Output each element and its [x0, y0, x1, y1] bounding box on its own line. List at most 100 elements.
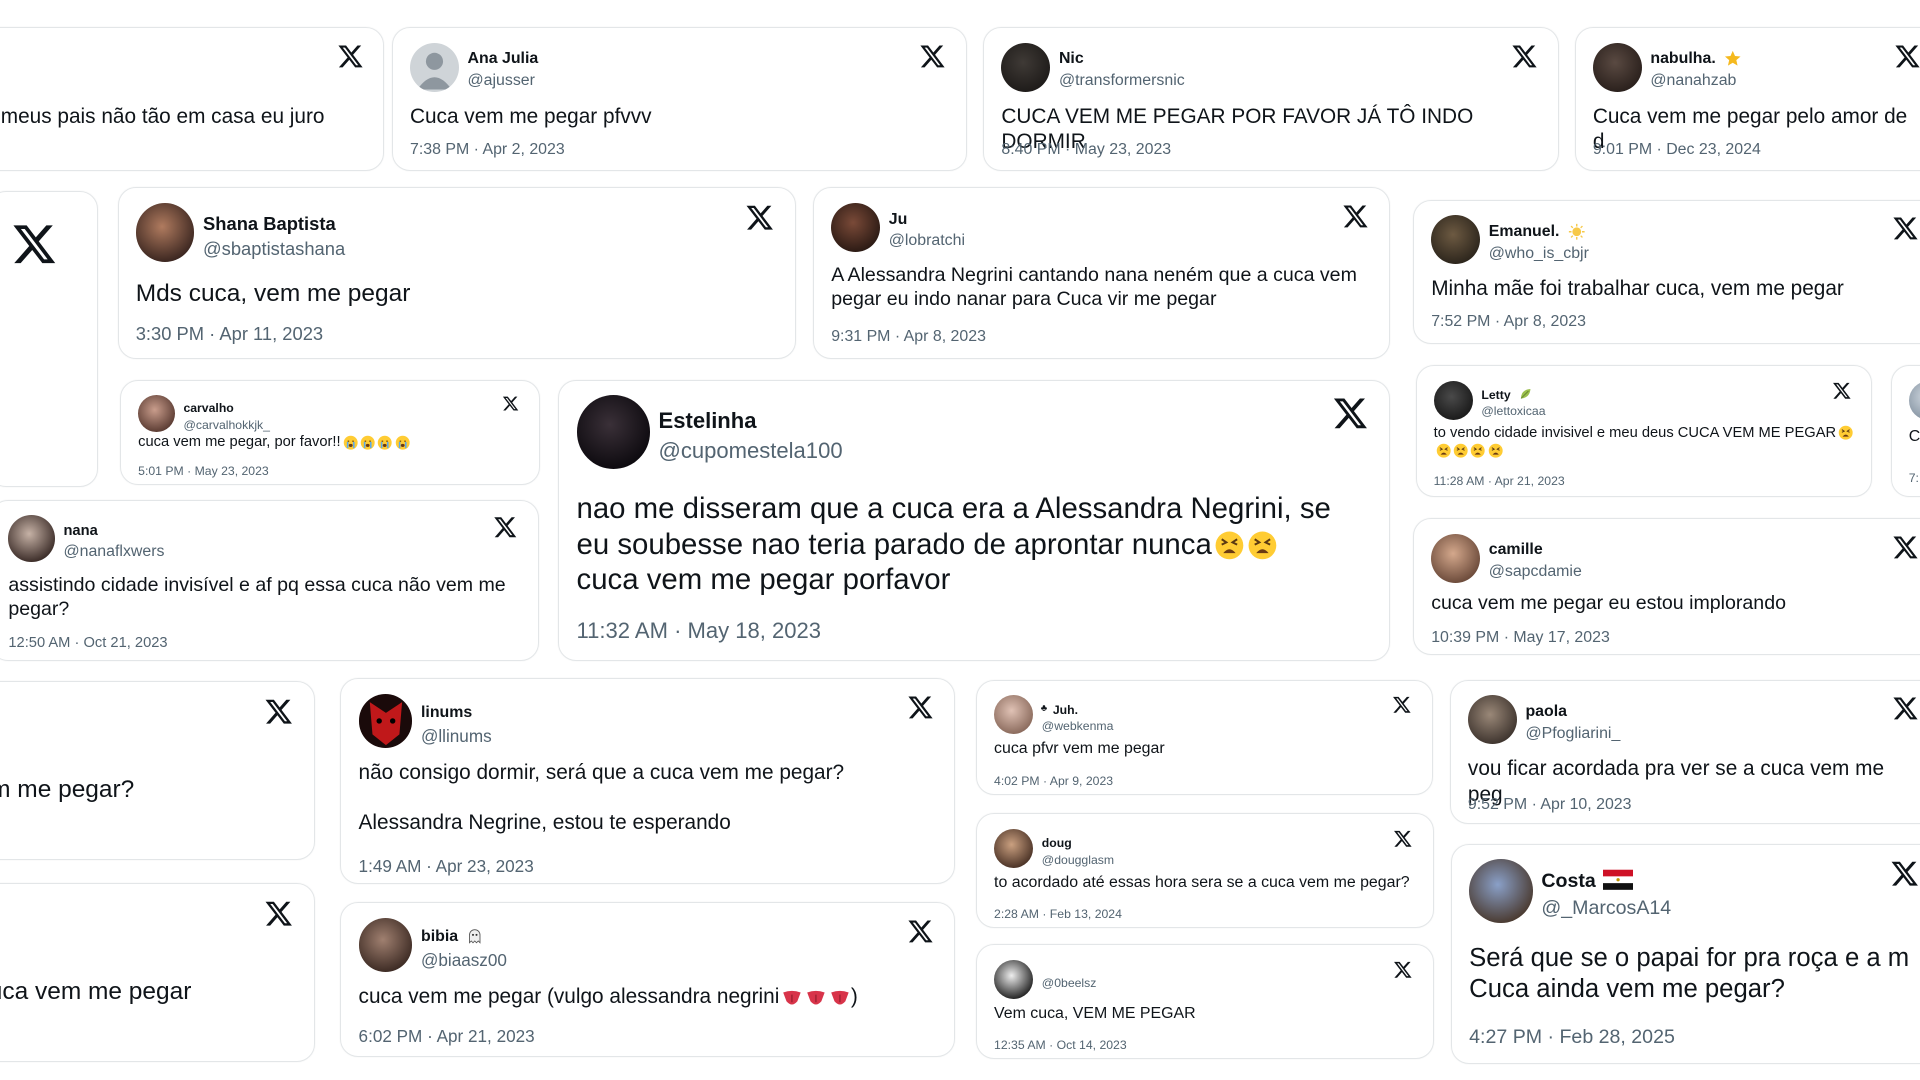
avatar[interactable]: [358, 918, 413, 972]
author-handle[interactable]: @dougglasm: [1042, 853, 1114, 867]
tweet-timestamp[interactable]: 12:35 AM · Oct 14, 2023: [994, 1038, 1127, 1052]
author-handle[interactable]: @0beelsz: [1042, 976, 1097, 990]
tweet-card[interactable]: Estelinha @cupomestela100 nao me disseram …: [558, 379, 1390, 662]
author-handle[interactable]: @nanaflxwers: [63, 543, 164, 561]
avatar[interactable]: [1469, 859, 1533, 924]
tweet-card[interactable]: linums @llinums não consigo dormir, será q…: [340, 678, 956, 885]
avatar[interactable]: [1467, 695, 1517, 745]
tweet-timestamp[interactable]: 12:50 AM · Oct 21, 2023: [8, 635, 167, 651]
author-handle[interactable]: @carvalhokkjk_: [183, 418, 270, 432]
avatar[interactable]: [994, 828, 1034, 868]
avatar[interactable]: [358, 694, 413, 748]
tweet-card[interactable]: C 7:: [1890, 364, 1920, 498]
tweet-card[interactable]: cuca vem me pegar: [0, 882, 315, 1062]
x-logo-icon[interactable]: [337, 43, 364, 70]
tweet-card[interactable]: bibia @biaasz00 cuca vem me pegar (vulgo a…: [340, 902, 956, 1057]
x-logo-icon[interactable]: [1892, 534, 1919, 561]
x-logo-icon[interactable]: [919, 43, 946, 70]
author-handle[interactable]: @lettoxicaa: [1481, 404, 1545, 418]
author-handle[interactable]: @who_is_cbjr: [1489, 245, 1589, 263]
avatar[interactable]: [1433, 380, 1473, 420]
tweet-timestamp[interactable]: 11:28 AM · Apr 21, 2023: [1434, 474, 1565, 488]
tweet-timestamp[interactable]: 10:39 PM · May 17, 2023: [1431, 629, 1610, 647]
avatar[interactable]: [1001, 42, 1051, 92]
tweet-timestamp[interactable]: 7:38 PM · Apr 2, 2023: [410, 141, 565, 159]
x-logo-icon[interactable]: [264, 899, 293, 928]
tweet-timestamp[interactable]: 1:49 AM · Apr 23, 2023: [359, 856, 534, 877]
tweet-timestamp[interactable]: 9:52 PM · Apr 10, 2023: [1468, 796, 1632, 814]
tweet-card[interactable]: Costa @_MarcosA14 Será que se o papai for …: [1451, 843, 1920, 1065]
tweet-card[interactable]: Ana Julia @ajusser Cuca vem me pegar pfvvv…: [391, 26, 968, 172]
author-handle[interactable]: @_MarcosA14: [1541, 897, 1671, 920]
tweet-timestamp[interactable]: 9:31 PM · Apr 8, 2023: [831, 328, 986, 346]
tweet-timestamp[interactable]: 5:01 PM · May 23, 2023: [138, 464, 269, 478]
author-handle[interactable]: @biaasz00: [421, 950, 507, 971]
x-logo-icon[interactable]: [1392, 695, 1412, 715]
tweet-timestamp[interactable]: 8:40 PM · May 23, 2023: [1001, 141, 1171, 159]
author-handle[interactable]: @lobratchi: [889, 232, 965, 250]
tweet-timestamp[interactable]: 2:28 AM · Feb 13, 2024: [994, 907, 1122, 921]
x-logo-icon[interactable]: [11, 221, 58, 268]
x-logo-icon[interactable]: [1393, 960, 1413, 980]
avatar[interactable]: [994, 959, 1034, 999]
author-handle[interactable]: @sbaptistashana: [203, 238, 345, 260]
tweet-card[interactable]: @0beelsz Vem cuca, VEM ME PEGAR 12:35 AM ·…: [975, 944, 1434, 1060]
tweet-card[interactable]: em me pegar?: [0, 680, 315, 860]
x-logo-icon[interactable]: [1511, 43, 1538, 70]
tweet-card[interactable]: paola @Pfogliarini_ vou ficar acordada pra…: [1449, 679, 1920, 825]
x-logo-icon[interactable]: [1332, 395, 1369, 432]
tweet-card[interactable]: ar meus pais não tão em casa eu juro: [0, 26, 385, 172]
tweet-card[interactable]: doug @dougglasm to acordado até essas hora…: [975, 813, 1434, 929]
author-handle[interactable]: @Pfogliarini_: [1525, 725, 1620, 743]
tweet-timestamp[interactable]: 3:30 PM · Apr 11, 2023: [136, 323, 323, 345]
avatar[interactable]: [576, 395, 650, 469]
author-handle[interactable]: @nanahzab: [1650, 72, 1736, 90]
tweet-timestamp[interactable]: 4:27 PM · Feb 28, 2025: [1469, 1026, 1675, 1049]
x-logo-icon[interactable]: [1393, 829, 1413, 849]
x-logo-icon[interactable]: [745, 203, 774, 232]
avatar[interactable]: [1431, 533, 1481, 583]
x-logo-icon[interactable]: [907, 918, 934, 945]
x-logo-icon[interactable]: [1342, 203, 1369, 230]
avatar[interactable]: [8, 515, 55, 562]
x-logo-icon[interactable]: [1892, 215, 1919, 242]
tweet-card[interactable]: Juh. ♣ @webkenma cuca pfvr vem me pegar 4:02…: [975, 679, 1433, 795]
tweet-card[interactable]: camille @sapcdamie cuca vem me pegar eu es…: [1413, 517, 1920, 656]
avatar[interactable]: [409, 42, 459, 92]
avatar[interactable]: [1592, 42, 1642, 92]
author-handle[interactable]: @transformersnic: [1059, 72, 1185, 90]
tweet-timestamp[interactable]: 7:: [1909, 471, 1919, 485]
tweet-card[interactable]: Shana Baptista @sbaptistashana Mds cuca, v…: [117, 187, 796, 359]
x-logo-icon[interactable]: [907, 694, 934, 721]
tweet-card[interactable]: nana @nanaflxwers assistindo cidade invisí…: [0, 499, 539, 662]
tweet-timestamp[interactable]: 6:02 PM · Apr 21, 2023: [359, 1026, 535, 1047]
author-handle[interactable]: @webkenma: [1042, 719, 1114, 733]
avatar[interactable]: [831, 203, 881, 252]
avatar[interactable]: [1908, 380, 1920, 420]
author-handle[interactable]: @sapcdamie: [1489, 563, 1582, 581]
author-handle[interactable]: @cupomestela100: [659, 438, 843, 464]
tweet-timestamp[interactable]: 7:52 PM · Apr 8, 2023: [1431, 313, 1586, 331]
x-logo-icon[interactable]: [493, 515, 517, 539]
avatar[interactable]: [994, 695, 1034, 735]
x-logo-icon[interactable]: [1894, 43, 1920, 70]
x-logo-icon[interactable]: [264, 697, 293, 726]
tweet-timestamp[interactable]: 11:32 AM · May 18, 2023: [577, 618, 822, 644]
tweet-card[interactable]: nabulha. @nanahzab Cuca vem me pegar pelo …: [1574, 26, 1920, 172]
tweet-card[interactable]: Nic @transformersnic CUCA VEM ME PEGAR POR…: [983, 26, 1559, 172]
avatar[interactable]: [1431, 215, 1481, 265]
tweet-timestamp[interactable]: 9:01 PM · Dec 23, 2024: [1593, 141, 1761, 159]
tweet-card[interactable]: Emanuel. @who_is_cbjr Minha mãe foi trabal…: [1413, 199, 1920, 345]
avatar[interactable]: [135, 203, 195, 262]
x-logo-icon[interactable]: [1892, 695, 1919, 722]
author-handle[interactable]: @ajusser: [468, 72, 535, 90]
tweet-card[interactable]: Ju @lobratchi A Alessandra Negrini cantand…: [813, 187, 1390, 359]
x-logo-icon[interactable]: [502, 395, 519, 412]
tweet-card[interactable]: carvalho @carvalhokkjk_ cuca vem me pegar,…: [120, 379, 540, 485]
author-handle[interactable]: @llinums: [421, 726, 492, 747]
tweet-card[interactable]: Letty @lettoxicaa to vendo cidade invisive…: [1415, 364, 1873, 498]
tweet-timestamp[interactable]: 4:02 PM · Apr 9, 2023: [994, 774, 1113, 788]
x-logo-icon[interactable]: [1832, 381, 1852, 401]
x-logo-icon[interactable]: [1890, 859, 1919, 888]
avatar[interactable]: [138, 395, 175, 432]
